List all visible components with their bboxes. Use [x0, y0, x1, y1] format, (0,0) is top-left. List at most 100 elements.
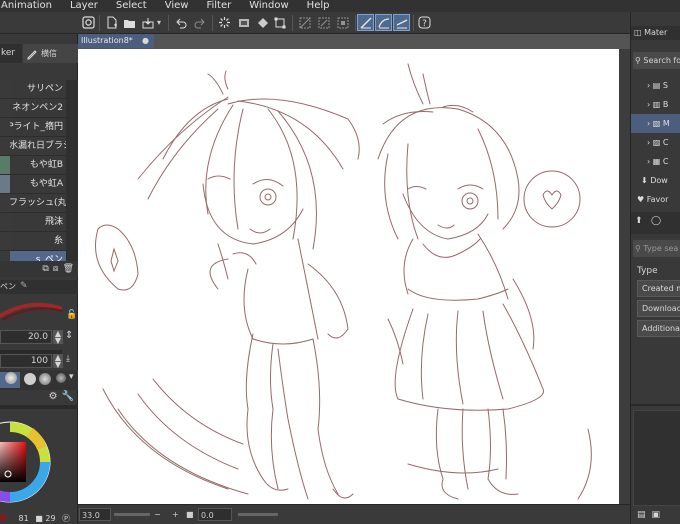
crop-selection-icon[interactable]: [334, 14, 351, 31]
menu-filter[interactable]: Filter: [197, 0, 240, 12]
brush-item[interactable]: もや虹A: [0, 175, 66, 194]
type-downloaded-button[interactable]: Downloade: [637, 300, 680, 317]
brush-label: もや虹B: [29, 160, 63, 170]
pen-icon: [27, 49, 37, 59]
paste-material-icon[interactable]: ▤: [637, 510, 646, 524]
material-search-label: Search fo: [643, 56, 680, 65]
snap-curve-icon[interactable]: [375, 14, 392, 31]
folder-icon: › ▧: [647, 119, 663, 128]
material-tree-item[interactable]: › ▥ B: [631, 95, 680, 114]
undo-icon[interactable]: [172, 14, 189, 31]
material-tree-label: C: [662, 138, 669, 147]
open-folder-icon[interactable]: [121, 14, 138, 31]
menu-animation[interactable]: Animation: [0, 0, 61, 12]
brush-item[interactable]: 虹フラッシュ(丸): [0, 194, 66, 213]
color-wheel[interactable]: [0, 414, 78, 510]
diamond-tool-icon[interactable]: [254, 14, 271, 31]
rotation-slider[interactable]: [238, 513, 278, 516]
menu-view[interactable]: View: [156, 0, 198, 12]
zoom-field[interactable]: 33.0: [79, 508, 111, 521]
brush-size-stepper[interactable]: ▲ ▼: [53, 330, 63, 345]
material-search-input[interactable]: ⚲ Search fo: [633, 52, 680, 69]
soft-tip-icon[interactable]: [39, 373, 51, 385]
menu-select[interactable]: Select: [107, 0, 156, 12]
copy-icon[interactable]: ⧉: [42, 264, 48, 274]
refresh-icon[interactable]: ◯: [651, 216, 661, 226]
snap-ruler-icon[interactable]: [357, 14, 374, 31]
brush-thumbnail: [0, 194, 10, 212]
opacity-menu-icon[interactable]: ⤓: [66, 354, 70, 364]
tab-lettering[interactable]: 横信: [23, 44, 78, 63]
import-icon[interactable]: ▣: [652, 510, 661, 524]
tip-dropdown-icon[interactable]: ▾: [69, 372, 74, 382]
brush-item[interactable]: もや虹B: [0, 156, 66, 175]
material-tree-label: Favor: [646, 195, 669, 204]
lock-icon[interactable]: 🔓: [66, 310, 77, 320]
canvas-vertical-scrollbar[interactable]: [619, 49, 630, 504]
material-tree-item[interactable]: › ▧ M: [631, 114, 680, 133]
airbrush-tip-icon[interactable]: [56, 373, 66, 383]
menu-bar: Animation Layer Select View Filter Windo…: [0, 0, 680, 12]
transform-icon[interactable]: [271, 14, 288, 31]
new-file-icon[interactable]: [103, 14, 120, 31]
menu-layer[interactable]: Layer: [61, 0, 107, 12]
close-icon[interactable]: ●: [142, 34, 149, 48]
brush-size-field[interactable]: 20.0: [0, 330, 52, 344]
zoom-out-icon[interactable]: −: [154, 508, 161, 521]
color-value-swatch: [0, 514, 6, 521]
help-icon[interactable]: ?: [416, 14, 433, 31]
material-tree-item[interactable]: › ▦ C: [631, 152, 680, 171]
brush-list-scrollbar[interactable]: [66, 80, 78, 265]
fit-screen-icon[interactable]: ■: [186, 508, 194, 521]
drawing-canvas[interactable]: [78, 49, 619, 504]
type-created-button[interactable]: Created ma: [637, 280, 680, 297]
trash-icon[interactable]: 🗑: [63, 264, 74, 274]
folder-icon: › ▨: [647, 138, 663, 147]
redo-icon[interactable]: [191, 14, 208, 31]
snap-special-ruler-icon[interactable]: [393, 14, 410, 31]
color-mode-icon[interactable]: Ⓟ: [62, 514, 70, 523]
opacity-field[interactable]: 100: [0, 354, 52, 368]
menu-window[interactable]: Window: [240, 0, 297, 12]
upload-icon[interactable]: ⬆: [635, 216, 643, 226]
invert-selection-icon[interactable]: [315, 14, 332, 31]
material-filter-placeholder: Type sea: [643, 244, 679, 253]
rotation-field[interactable]: 0.0: [198, 508, 232, 521]
material-tree-item[interactable]: ♥ Favor: [631, 190, 680, 209]
color-values: 81 ■ 29 Ⓟ: [0, 514, 78, 524]
material-filter-input[interactable]: ⚲ Type sea: [633, 240, 680, 257]
loading-spinner-icon[interactable]: [216, 14, 233, 31]
settings-icon[interactable]: ⚙: [49, 391, 58, 405]
round-tip-icon[interactable]: [5, 372, 17, 384]
pencil-icon[interactable]: ✎: [20, 281, 28, 291]
material-tree-item[interactable]: › ▨ C: [631, 133, 680, 152]
clear-selection-icon[interactable]: [296, 14, 313, 31]
wrench-icon[interactable]: 🔧: [62, 391, 74, 405]
material-panel-header: ◫ Mater: [631, 26, 680, 40]
material-tree-item[interactable]: › ▤ S: [631, 76, 680, 95]
brush-item[interactable]: サリペン: [0, 80, 66, 99]
brush-item[interactable]: ネオンペン2: [0, 99, 66, 118]
app-logo-icon[interactable]: [80, 14, 97, 31]
panel-tab-marker[interactable]: ker: [0, 44, 22, 63]
opacity-stepper[interactable]: ▲ ▼: [53, 354, 63, 369]
brush-label: ネオンペン2: [12, 103, 63, 113]
fill-tool-icon[interactable]: [235, 14, 252, 31]
brush-item[interactable]: Pライト_楕円: [0, 118, 66, 137]
brush-item[interactable]: 糸: [0, 232, 66, 251]
hard-tip-icon[interactable]: [24, 373, 36, 385]
chevron-down-icon[interactable]: ▾: [154, 14, 164, 31]
brush-item[interactable]: ・水漏れ日ブラシ: [0, 137, 66, 156]
brush-item[interactable]: 飛沫: [0, 213, 66, 232]
type-additional-button[interactable]: Additional: [637, 320, 680, 337]
canvas-area: Illustration8* ● 33.0 − + ■ 0.0: [78, 34, 630, 524]
canvas-statusbar: 33.0 − + ■ 0.0: [78, 504, 630, 524]
material-tree-item[interactable]: ⬇ Dow: [631, 171, 680, 190]
zoom-in-icon[interactable]: +: [172, 508, 179, 521]
tab-illustration[interactable]: Illustration8* ●: [78, 34, 154, 48]
tab-pen-property[interactable]: ペン: [0, 280, 18, 294]
zoom-slider[interactable]: [114, 513, 150, 516]
size-menu-icon[interactable]: ⇕: [65, 330, 73, 341]
menu-help[interactable]: Help: [298, 0, 339, 12]
add-subtool-icon[interactable]: ⧈: [53, 264, 59, 274]
